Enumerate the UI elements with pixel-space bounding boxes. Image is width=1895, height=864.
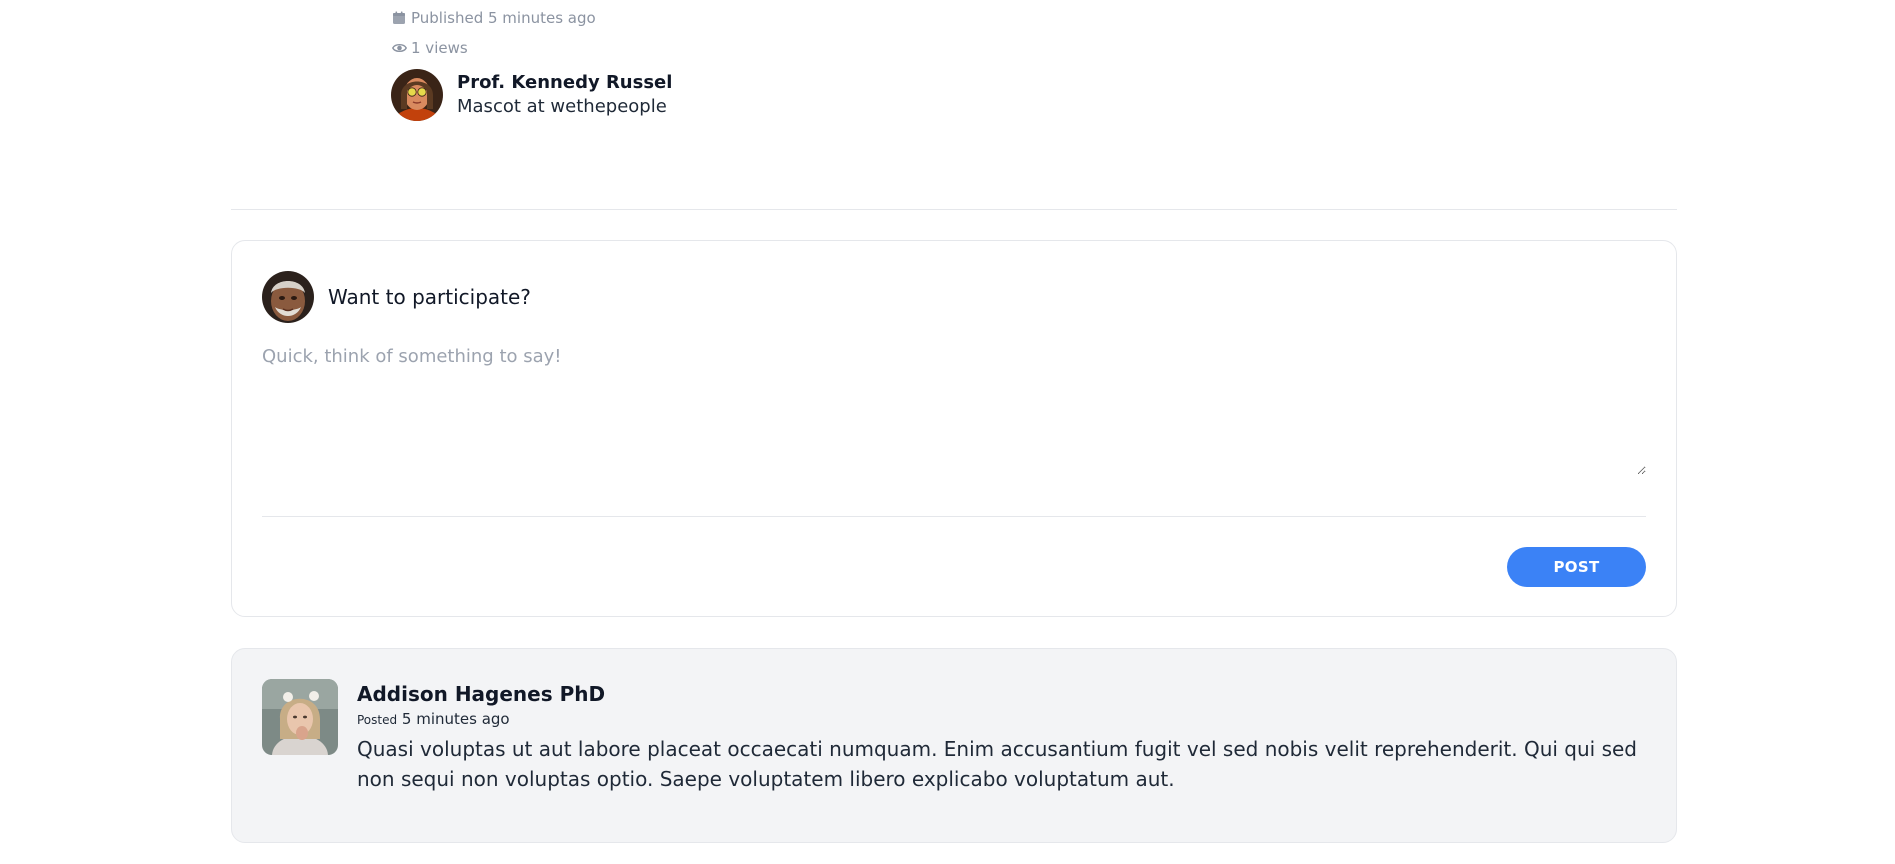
views-row: 1 views [391,38,1091,58]
eye-icon [391,40,407,56]
comment-item: Addison Hagenes PhD Posted 5 minutes ago… [231,648,1677,843]
comment-form-divider [262,516,1646,517]
current-user-avatar [262,271,314,323]
comment-author-avatar[interactable] [262,679,338,755]
comment-body: Addison Hagenes PhD Posted 5 minutes ago… [357,681,1652,794]
views-text: 1 views [411,39,468,57]
comment-posted-time: Posted 5 minutes ago [357,709,1652,730]
author-role: Mascot at wethepeople [457,96,667,117]
author-info: Prof. Kennedy Russel Mascot at wethepeop… [457,71,672,119]
post-button[interactable]: POST [1507,547,1646,587]
article-author: Prof. Kennedy Russel Mascot at wethepeop… [391,69,1091,121]
published-text: Published 5 minutes ago [411,9,596,27]
comment-author-name[interactable]: Addison Hagenes PhD [357,681,1652,707]
comment-input[interactable] [262,343,1646,475]
author-name[interactable]: Prof. Kennedy Russel [457,71,672,95]
published-row: Published 5 minutes ago [391,8,1091,28]
posted-label: Posted [357,713,398,727]
comment-text: Quasi voluptas ut aut labore placeat occ… [357,737,1637,791]
comment-form-title: Want to participate? [328,285,531,309]
author-avatar[interactable] [391,69,443,121]
calendar-icon [391,10,407,26]
article-meta: Published 5 minutes ago 1 views Prof. Ke… [391,8,1091,121]
posted-time: 5 minutes ago [401,710,510,728]
section-divider [231,209,1677,210]
comment-form-header: Want to participate? [262,271,531,323]
comment-form-card: Want to participate? POST [231,240,1677,617]
